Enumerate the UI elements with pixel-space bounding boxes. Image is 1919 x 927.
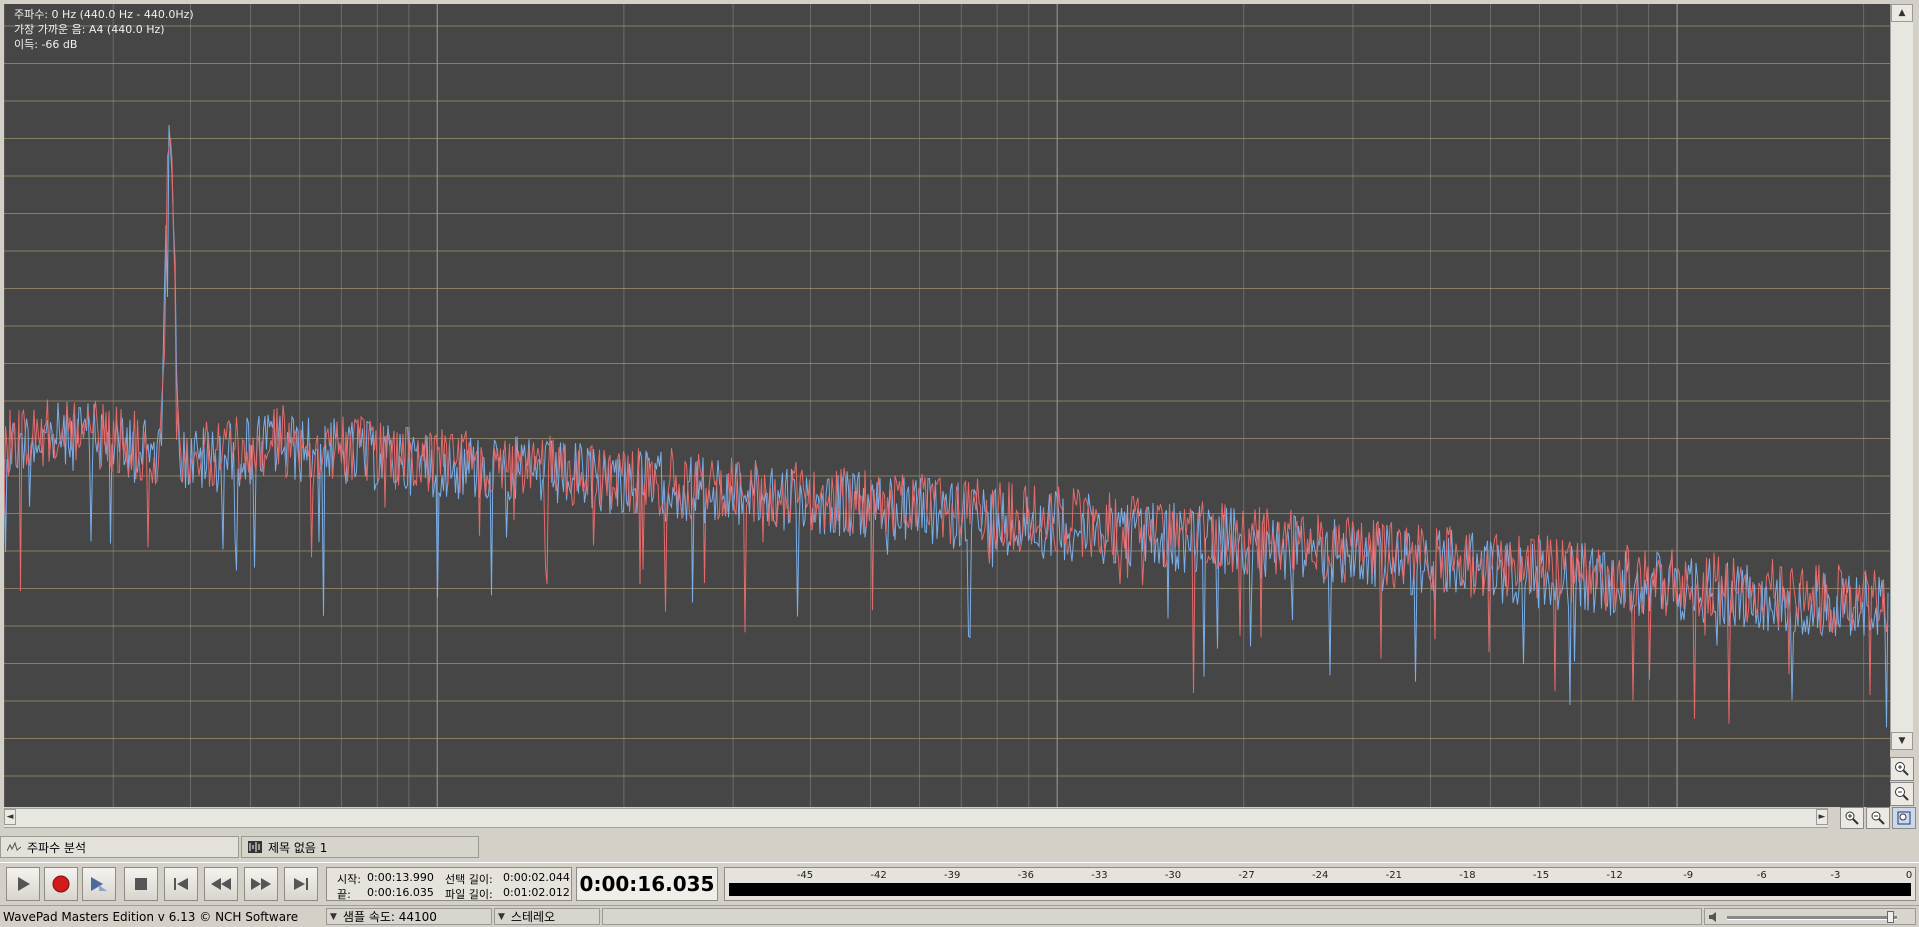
status-bar: WavePad Masters Edition v 6.13 © NCH Sof… [0, 905, 1919, 927]
scroll-right-arrow-icon[interactable]: ► [1816, 809, 1828, 825]
analysis-readout: 주파수: 0 Hz (440.0 Hz - 440.0Hz) 가장 가까운 음:… [14, 7, 194, 52]
document-tabs: 주파수 분석 제목 없음 1 [0, 836, 1919, 860]
frequency-analysis-panel: 주파수: 0 Hz (440.0 Hz - 440.0Hz) 가장 가까운 음:… [0, 0, 1919, 808]
horizontal-zoom-in-icon[interactable] [1840, 807, 1864, 829]
channels-dropdown[interactable]: ▼ 스테레오 [494, 908, 600, 925]
record-button[interactable] [44, 867, 78, 901]
dropdown-arrow-icon: ▼ [330, 911, 337, 922]
frequency-readout: 주파수: 0 Hz (440.0 Hz - 440.0Hz) [14, 8, 194, 21]
speaker-icon [1709, 911, 1716, 922]
skip-to-end-button[interactable] [284, 867, 318, 901]
level-meter-bar [729, 883, 1911, 896]
level-meter-tick-label: -12 [1606, 870, 1623, 881]
spectrum-icon [7, 841, 21, 852]
play-icon [18, 877, 30, 891]
tab-label: 주파수 분석 [27, 840, 87, 855]
level-grid [4, 25, 1890, 777]
plot-background [4, 4, 1890, 807]
play-selection-button[interactable] [82, 867, 116, 901]
volume-control[interactable] [1704, 908, 1916, 925]
fast-forward-button[interactable] [244, 867, 278, 901]
dropdown-arrow-icon: ▼ [498, 911, 505, 922]
level-meter-tick-label: -42 [870, 870, 887, 881]
start-label: 시작: [337, 873, 361, 886]
record-icon [52, 875, 70, 893]
stop-icon [135, 878, 147, 890]
volume-slider[interactable] [1727, 911, 1897, 923]
scroll-up-arrow-icon[interactable]: ▲ [1891, 4, 1913, 22]
channels-value: 스테레오 [510, 910, 556, 924]
file-length-value: 0:01:02.012 [503, 886, 570, 899]
scroll-down-arrow-icon[interactable]: ▼ [1891, 732, 1913, 750]
file-length-label: 파일 길이: [445, 888, 493, 901]
level-meter-tick-label: -39 [944, 870, 961, 881]
vertical-zoom-out-icon[interactable] [1890, 782, 1914, 806]
level-meter-tick-label: -3 [1830, 870, 1841, 881]
waveform-icon [248, 841, 262, 853]
selection-info: 시작: 0:00:13.990 끝: 0:00:16.035 선택 길이: 0:… [326, 867, 572, 901]
sample-rate-value: 샘플 속도: 44100 [342, 910, 437, 924]
level-meter-tick-label: 0 [1905, 870, 1913, 881]
level-meter-tick-label: -36 [1017, 870, 1034, 881]
horizontal-zoom-out-icon[interactable] [1866, 807, 1890, 829]
tab-untitled-1[interactable]: 제목 없음 1 [241, 836, 479, 858]
level-meter-tick-label: -9 [1683, 870, 1694, 881]
stop-button[interactable] [124, 867, 158, 901]
rewind-icon [211, 878, 231, 890]
scroll-left-arrow-icon[interactable]: ◄ [4, 809, 16, 825]
level-meter-tick-label: -27 [1238, 870, 1255, 881]
transport-bar: 시작: 0:00:13.990 끝: 0:00:16.035 선택 길이: 0:… [0, 862, 1919, 905]
level-meter: -45 -42 -39 -36 -33 -30 -27 -24 -21 -18 -15 -12 -9 -6… [724, 867, 1916, 901]
tab-frequency-analysis[interactable]: 주파수 분석 [0, 836, 239, 858]
spectrum-plot[interactable] [4, 4, 1890, 807]
level-meter-tick-label: -45 [796, 870, 814, 881]
level-meter-tick-label: -21 [1385, 870, 1402, 881]
current-time-display: 0:00:16.035 [576, 867, 718, 901]
end-label: 끝: [337, 888, 351, 901]
selection-length-label: 선택 길이: [445, 873, 493, 886]
selection-length-value: 0:00:02.044 [503, 871, 570, 884]
vertical-zoom-in-icon[interactable] [1890, 757, 1914, 781]
level-meter-tick-label: -24 [1312, 870, 1329, 881]
skip-to-start-icon [174, 878, 188, 890]
skip-to-start-button[interactable] [164, 867, 198, 901]
tab-label: 제목 없음 1 [268, 840, 328, 855]
start-value: 0:00:13.990 [367, 871, 434, 884]
horizontal-scrollbar[interactable]: ◄ ► [4, 808, 1828, 828]
level-meter-tick-label: -30 [1164, 870, 1182, 881]
level-meter-tick-label: -15 [1532, 870, 1550, 881]
zoom-to-fit-icon[interactable] [1892, 807, 1916, 829]
end-value: 0:00:16.035 [367, 886, 434, 899]
status-message [602, 908, 1702, 925]
level-meter-tick-label: -18 [1459, 870, 1476, 881]
sample-rate-dropdown[interactable]: ▼ 샘플 속도: 44100 [326, 908, 492, 925]
level-meter-tick-label: -33 [1091, 870, 1108, 881]
volume-slider-knob[interactable] [1887, 911, 1894, 923]
level-meter-tick-label: -6 [1756, 870, 1767, 881]
nearest-note-readout: 가장 가까운 음: A4 (440.0 Hz) [14, 23, 165, 36]
fast-forward-icon [251, 878, 271, 890]
vertical-scrollbar[interactable]: ▲ ▼ [1890, 4, 1913, 750]
play-selection-icon [91, 877, 107, 891]
gain-readout: 이득: -66 dB [14, 38, 78, 51]
skip-to-end-icon [294, 878, 308, 890]
rewind-button[interactable] [204, 867, 238, 901]
play-button[interactable] [6, 867, 40, 901]
app-name: WavePad Masters Edition v 6.13 © NCH Sof… [3, 909, 299, 924]
